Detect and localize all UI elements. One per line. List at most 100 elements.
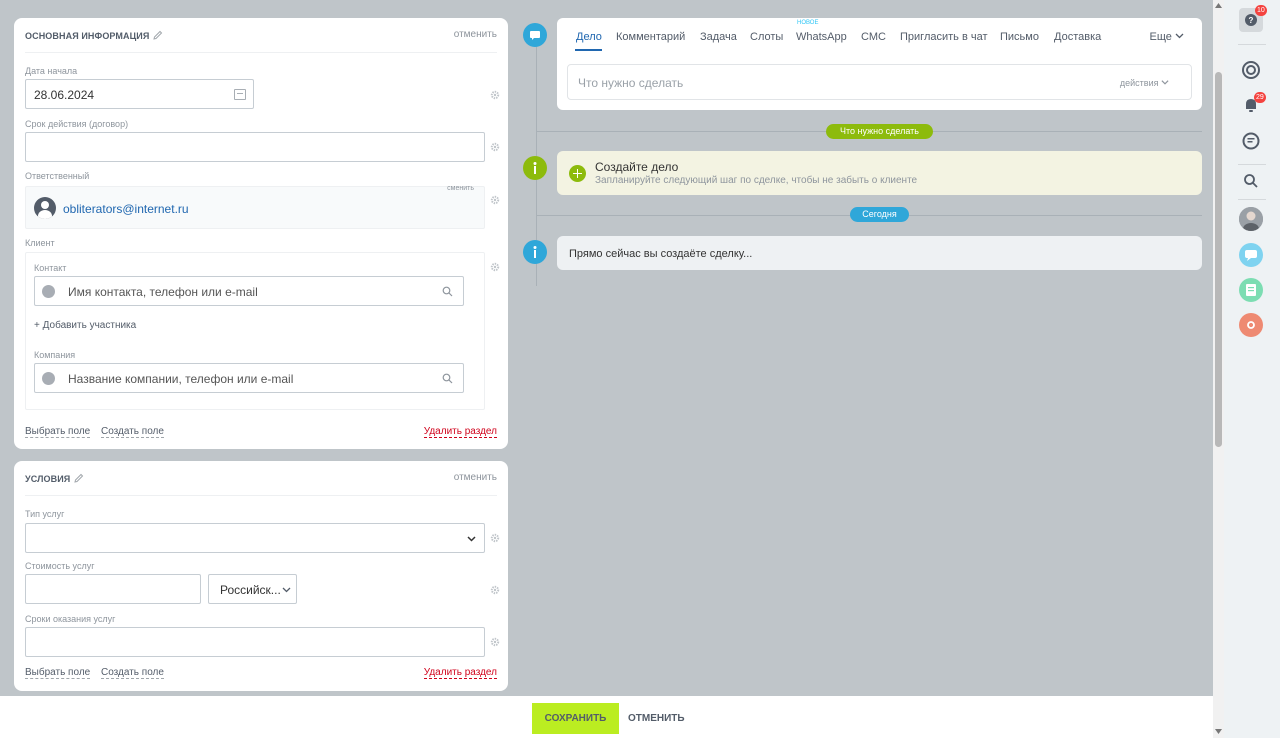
responsible-change-link[interactable]: сменить xyxy=(447,185,474,192)
term-field[interactable] xyxy=(25,132,485,162)
document-icon[interactable] xyxy=(1239,278,1263,302)
contact-placeholder: Имя контакта, телефон или e-mail xyxy=(68,285,258,299)
pencil-icon[interactable] xyxy=(153,30,163,40)
conditions-card: УСЛОВИЯ отменить Тип услуг Стоимость усл… xyxy=(14,461,508,691)
tab-task[interactable]: Задача xyxy=(700,31,737,43)
copilot-icon[interactable] xyxy=(1239,58,1263,82)
create-field-link[interactable]: Создать поле xyxy=(101,426,164,438)
scroll-down-arrow-icon[interactable] xyxy=(1215,729,1222,734)
tab-sms[interactable]: СМС xyxy=(861,31,886,43)
gear-icon[interactable] xyxy=(490,533,500,543)
rail-divider xyxy=(1238,44,1266,45)
conditions-title: УСЛОВИЯ xyxy=(25,473,84,484)
right-rail: ? 10 29 xyxy=(1224,0,1280,738)
gear-icon[interactable] xyxy=(490,142,500,152)
select-field-link[interactable]: Выбрать поле xyxy=(25,667,91,679)
chevron-down-icon xyxy=(1161,80,1169,85)
tab-more[interactable]: Еще xyxy=(1150,31,1184,43)
main-info-header: ОСНОВНАЯ ИНФОРМАЦИЯ отменить xyxy=(25,18,497,53)
term-label: Срок действия (договор) xyxy=(25,119,129,129)
service-type-select[interactable] xyxy=(25,523,485,553)
service-type-label: Тип услуг xyxy=(25,509,65,519)
responsible-email-link[interactable]: obliterators@internet.ru xyxy=(63,202,189,216)
scrollbar-thumb[interactable] xyxy=(1215,72,1222,447)
todo-input[interactable]: Что нужно сделать действия xyxy=(567,64,1192,100)
chat-bubble-icon xyxy=(523,23,547,47)
bottom-action-bar: СОХРАНИТЬ ОТМЕНИТЬ xyxy=(0,696,1213,738)
user-avatar-icon[interactable] xyxy=(1239,207,1263,231)
client-label: Клиент xyxy=(25,238,55,248)
service-cost-input[interactable] xyxy=(25,574,201,604)
info-icon xyxy=(523,240,547,264)
scroll-up-arrow-icon[interactable] xyxy=(1215,3,1222,8)
todo-placeholder: Что нужно сделать xyxy=(578,76,684,90)
chevron-down-icon xyxy=(282,587,291,593)
rail-divider xyxy=(1238,164,1266,165)
responsible-box: obliterators@internet.ru сменить xyxy=(25,185,485,229)
client-box: Контакт Имя контакта, телефон или e-mail… xyxy=(25,252,485,410)
start-date-label: Дата начала xyxy=(25,66,78,76)
save-button[interactable]: СОХРАНИТЬ xyxy=(532,703,619,734)
tab-invite-to-chat[interactable]: Пригласить в чат xyxy=(900,31,988,43)
create-activity-subtitle: Запланируйте следующий шаг по сделке, чт… xyxy=(595,175,918,186)
gear-icon[interactable] xyxy=(490,195,500,205)
start-date-value: 28.06.2024 xyxy=(34,88,95,102)
add-participant-link[interactable]: + Добавить участника xyxy=(34,320,136,331)
chevron-down-icon xyxy=(467,536,476,542)
main-info-title: ОСНОВНАЯ ИНФОРМАЦИЯ xyxy=(25,30,163,41)
chat-icon[interactable] xyxy=(1239,243,1263,267)
tab-comment[interactable]: Комментарий xyxy=(616,31,685,43)
company-building-icon xyxy=(42,372,55,385)
cancel-button[interactable]: ОТМЕНИТЬ xyxy=(628,713,685,724)
start-date-field[interactable]: 28.06.2024 xyxy=(25,79,254,109)
main-info-card: ОСНОВНАЯ ИНФОРМАЦИЯ отменить Дата начала… xyxy=(14,18,508,449)
creating-deal-text: Прямо сейчас вы создаёте сделку... xyxy=(569,248,753,260)
gear-icon[interactable] xyxy=(490,637,500,647)
create-activity-title: Создайте дело xyxy=(595,160,679,174)
contact-search-input[interactable]: Имя контакта, телефон или e-mail xyxy=(34,276,464,306)
search-icon[interactable] xyxy=(442,373,453,384)
new-badge: НОВОЕ xyxy=(797,20,819,26)
plus-icon[interactable] xyxy=(569,165,586,182)
gear-icon[interactable] xyxy=(490,90,500,100)
tab-whatsapp[interactable]: WhatsApp xyxy=(796,31,847,43)
responsible-label: Ответственный xyxy=(25,171,90,181)
today-pill: Сегодня xyxy=(850,207,909,222)
conditions-cancel-link[interactable]: отменить xyxy=(454,472,497,483)
gear-icon[interactable] xyxy=(490,585,500,595)
todo-pill: Что нужно сделать xyxy=(826,124,933,139)
help-badge: 10 xyxy=(1255,5,1267,16)
delete-section-link[interactable]: Удалить раздел xyxy=(423,426,497,438)
scrollbar[interactable] xyxy=(1213,0,1224,738)
pencil-icon[interactable] xyxy=(74,473,84,483)
company-label: Компания xyxy=(34,350,76,360)
calendar-icon[interactable] xyxy=(234,89,246,100)
select-field-link[interactable]: Выбрать поле xyxy=(25,426,91,438)
delete-section-link[interactable]: Удалить раздел xyxy=(423,667,497,679)
tab-slots[interactable]: Слоты xyxy=(750,31,783,43)
company-search-input[interactable]: Название компании, телефон или e-mail xyxy=(34,363,464,393)
main-info-cancel-link[interactable]: отменить xyxy=(454,29,497,40)
service-terms-label: Сроки оказания услуг xyxy=(25,614,116,624)
gear-icon[interactable] xyxy=(490,262,500,272)
conditions-header: УСЛОВИЯ отменить xyxy=(25,461,497,496)
create-activity-card[interactable]: Создайте дело Запланируйте следующий шаг… xyxy=(557,151,1202,195)
search-icon[interactable] xyxy=(442,286,453,297)
svg-text:?: ? xyxy=(1249,16,1254,25)
circle-app-icon[interactable] xyxy=(1239,313,1263,337)
actions-dropdown[interactable]: действия xyxy=(1120,78,1169,88)
create-field-link[interactable]: Создать поле xyxy=(101,667,164,679)
tab-email[interactable]: Письмо xyxy=(1000,31,1039,43)
search-icon[interactable] xyxy=(1239,169,1263,193)
tab-delivery[interactable]: Доставка xyxy=(1054,31,1101,43)
service-terms-input[interactable] xyxy=(25,627,485,657)
company-placeholder: Название компании, телефон или e-mail xyxy=(68,372,294,386)
currency-select[interactable]: Российск... xyxy=(208,574,297,604)
activity-editor-card: Дело Комментарий Задача Слоты НОВОЕ What… xyxy=(557,18,1202,110)
tab-activity[interactable]: Дело xyxy=(576,31,602,43)
active-tab-indicator xyxy=(575,49,602,51)
chat-search-icon[interactable] xyxy=(1239,129,1263,153)
service-cost-label: Стоимость услуг xyxy=(25,561,95,571)
chevron-down-icon xyxy=(1175,33,1184,39)
info-icon xyxy=(523,156,547,180)
